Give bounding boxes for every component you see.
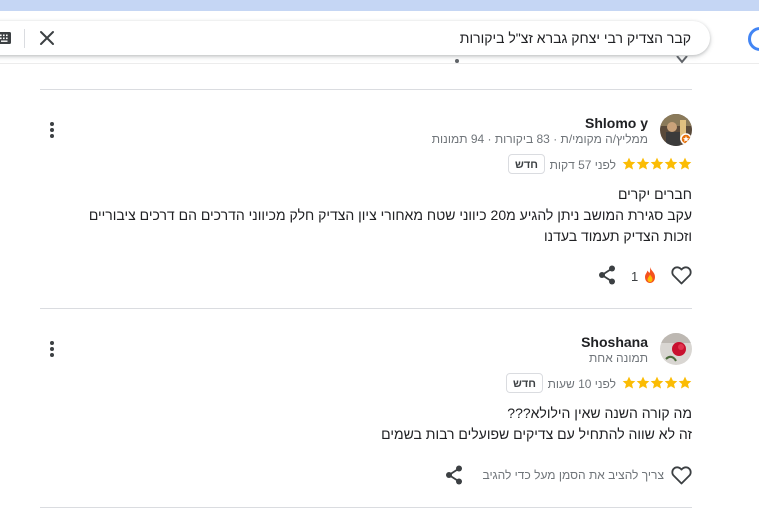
header-shadow — [0, 63, 759, 64]
clear-search-icon[interactable] — [37, 28, 57, 48]
star-rating — [622, 376, 692, 390]
share-icon[interactable] — [445, 465, 463, 485]
reviewer-meta: ממליץ/ה מקומי/ת · 83 ביקורות · 94 תמונות — [431, 132, 648, 146]
avatar[interactable] — [660, 333, 692, 365]
fire-reaction-icon[interactable] — [642, 266, 658, 284]
review-text: חברים יקרים עקב סגירת המושב ניתן להגיע מ… — [89, 184, 692, 247]
star-icon — [650, 157, 664, 170]
review-text: מה קורה השנה שאין הילולא??? זה לא שווה ל… — [381, 403, 692, 445]
review-line: מה קורה השנה שאין הילולא??? — [507, 405, 692, 421]
star-icon — [678, 157, 692, 170]
review-divider — [40, 507, 692, 508]
review-line: חברים יקרים — [617, 186, 692, 202]
star-rating — [622, 157, 692, 171]
search-separator — [24, 29, 25, 48]
like-hint-text: צריך להציב את הסמן מעל כדי להגיב — [482, 468, 665, 482]
reviewer-name[interactable]: Shlomo y — [585, 115, 648, 131]
review-card: Shoshana תמונה אחת לפני 10 שעות חדש מה ק… — [40, 309, 692, 507]
star-icon — [636, 376, 650, 389]
reviewer-name[interactable]: Shoshana — [581, 334, 648, 350]
search-query-text[interactable]: קבר הצדיק רבי יצחק גברא זצ"ל ביקורות — [460, 30, 691, 46]
review-card: Shlomo y ממליץ/ה מקומי/ת · 83 ביקורות · … — [40, 90, 692, 308]
partial-share-icon — [455, 59, 459, 63]
review-line: עקב סגירת המושב ניתן להגיע מ20 כיווני שט… — [88, 207, 692, 223]
new-badge: חדש — [506, 373, 543, 393]
reviewer-meta: תמונה אחת — [589, 351, 648, 365]
star-icon — [678, 376, 692, 389]
reaction-count: 1 — [631, 269, 639, 284]
like-icon[interactable] — [671, 266, 692, 285]
more-options-icon[interactable] — [49, 340, 55, 358]
new-badge: חדש — [508, 154, 545, 174]
avatar[interactable] — [660, 114, 692, 146]
review-line: זה לא שווה להתחיל עם צדיקים שפועלים רבות… — [381, 426, 692, 442]
avatar-photo-icon — [660, 114, 692, 146]
star-icon — [636, 157, 650, 170]
browser-top-strip — [0, 0, 759, 11]
star-icon — [664, 157, 678, 170]
keyboard-icon[interactable] — [0, 32, 11, 44]
avatar-photo-icon — [660, 333, 692, 365]
like-icon[interactable] — [671, 466, 692, 485]
star-icon — [622, 376, 636, 389]
review-line: וזכות הצדיק תעמוד בעדנו — [543, 228, 692, 244]
star-icon — [650, 376, 664, 389]
star-icon — [664, 376, 678, 389]
share-icon[interactable] — [598, 265, 616, 285]
review-time: לפני 57 דקות — [549, 158, 616, 172]
partial-like-icon — [676, 56, 688, 64]
review-time: לפני 10 שעות — [547, 377, 616, 391]
star-icon — [622, 157, 636, 170]
more-options-icon[interactable] — [49, 121, 55, 139]
google-logo-icon[interactable] — [748, 27, 759, 51]
